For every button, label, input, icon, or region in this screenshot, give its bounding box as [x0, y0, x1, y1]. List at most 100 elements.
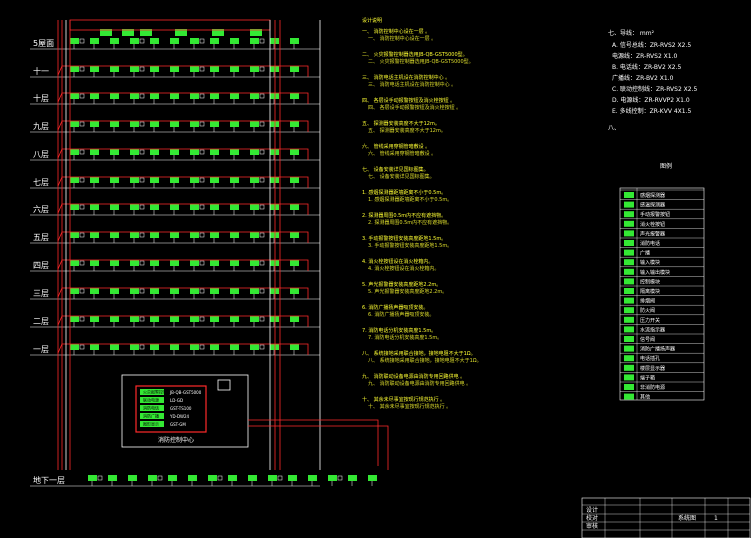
- floor-device: [130, 316, 139, 322]
- floor-device: [270, 38, 279, 44]
- note-line-sub: 4. 消火栓按钮设在消火栓箱内。: [368, 265, 439, 272]
- fire-alarm-system-diagram: 5屋面十一十层九层八层七层六层五层四层三层二层一层地下一层 火灾报警控制器 JB-…: [30, 17, 751, 538]
- floor-device: [290, 288, 299, 294]
- floor-device: [90, 260, 99, 266]
- floor-device: [190, 66, 199, 72]
- floor-device: [210, 149, 219, 155]
- floor-device: [250, 121, 259, 127]
- floor-device: [230, 232, 239, 238]
- floor-device: [190, 288, 199, 294]
- note-line-sub: 1. 感烟探测器距墙距离不小于0.5m。: [368, 196, 452, 203]
- floor-device: [170, 316, 179, 322]
- note-line-sub: 5. 声光报警器安装高度距地2.2m。: [368, 288, 447, 295]
- floor-device: [230, 66, 239, 72]
- note-line: 3. 手动报警按钮安装高度距地1.5m。: [362, 235, 446, 242]
- note-line: 六、 管线采用穿钢管暗敷设 。: [362, 143, 430, 150]
- floor-device: [90, 232, 99, 238]
- floor-device: [250, 260, 259, 266]
- floor-device: [110, 149, 119, 155]
- note-line: 6. 消防广播扬声器吸顶安装。: [362, 304, 428, 311]
- wire-extra: 八、: [608, 125, 620, 132]
- floor-device: [150, 93, 159, 99]
- legend-symbol: [624, 326, 634, 333]
- module-box: [79, 121, 85, 127]
- note-line: 五、 探测器安装高度不大于12m。: [362, 120, 440, 127]
- module-box: [139, 66, 145, 72]
- floor-device: [110, 121, 119, 127]
- floor-device: [268, 475, 277, 481]
- wire-spec-item: A. 信号总线：ZR-RVS2 X2.5: [612, 41, 691, 49]
- module-box: [79, 232, 85, 238]
- module-box: [199, 316, 205, 322]
- cabinet-device-name: 图形显示: [143, 421, 159, 427]
- floor-label: 五层: [33, 233, 49, 242]
- note-line: 三、 消防电话主机设在消防控制中心 。: [362, 74, 450, 81]
- note-line-sub: 三、 消防电话主机设在消防控制中心 。: [368, 81, 456, 88]
- module-box: [79, 316, 85, 322]
- floor-label: 十层: [33, 93, 49, 103]
- note-line: 1. 感烟探测器距墙距离不小于0.5m。: [362, 189, 446, 196]
- floor-device: [188, 475, 197, 481]
- floor-device: [290, 344, 299, 350]
- floor-device: [290, 316, 299, 322]
- riser-lines: [57, 20, 321, 470]
- floor-device: [130, 121, 139, 127]
- floor-device: [128, 475, 137, 481]
- note-line: 5. 声光报警器安装高度距地2.2m。: [362, 281, 441, 288]
- floor-device: [90, 288, 99, 294]
- wire-spec-item: C. 联动控制线：ZR-RVS2 X2.5: [612, 85, 698, 93]
- floor-rows: 5屋面十一十层九层八层七层六层五层四层三层二层一层地下一层: [30, 19, 377, 487]
- floor-device: [70, 232, 79, 238]
- legend-symbol: [624, 230, 634, 237]
- design-notes: 设计说明一、 消防控制中心设在一层 。一、 消防控制中心设在一层 。二、 火灾报…: [362, 17, 482, 410]
- floor-device: [170, 177, 179, 183]
- legend-symbol: [624, 355, 634, 362]
- legend-symbol: [624, 336, 634, 342]
- module-box: [259, 66, 265, 72]
- floor-device: [210, 121, 219, 127]
- module-box: [139, 177, 145, 183]
- wire-spec-item: E. 多线控制：ZR-KVV 4X1.5: [612, 107, 692, 115]
- floor-device: [150, 204, 159, 210]
- module-box: [199, 288, 205, 294]
- floor-device: [150, 177, 159, 183]
- legend-symbol: [624, 201, 634, 208]
- floor-device: [270, 288, 279, 294]
- notes-heading: 设计说明: [362, 17, 382, 24]
- floor-device: [290, 38, 299, 44]
- floor-device: [270, 344, 279, 350]
- note-line-sub: 6. 消防广播扬声器吸顶安装。: [368, 311, 434, 318]
- legend-symbol: [624, 307, 634, 314]
- module-box: [337, 475, 343, 481]
- floor-device: [250, 93, 259, 99]
- module-box: [199, 38, 205, 44]
- legend-item: 声光报警器: [640, 230, 665, 237]
- note-line-sub: 二、 火灾报警控制器选用JB-QB-GST5000型。: [368, 58, 474, 65]
- floor-device: [130, 66, 139, 72]
- module-box: [139, 204, 145, 210]
- note-line-sub: 五、 探测器安装高度不大于12m。: [368, 127, 446, 134]
- floor-device: [290, 204, 299, 210]
- module-box: [199, 121, 205, 127]
- floor-device: [250, 66, 259, 72]
- floor-device: [70, 66, 79, 72]
- floor-device: [108, 475, 117, 481]
- legend-item: 非消防电源: [640, 384, 665, 391]
- legend-item: 感烟探测器: [640, 192, 665, 199]
- module-box: [259, 177, 265, 183]
- legend-item: 楼层显示器: [640, 365, 665, 372]
- floor-device: [170, 204, 179, 210]
- module-box: [79, 344, 85, 350]
- floor-device: [190, 204, 199, 210]
- floor-device: [150, 232, 159, 238]
- module-box: [199, 344, 205, 350]
- floor-label: 一层: [33, 345, 49, 354]
- floor-device: [70, 38, 79, 44]
- legend-item: 控制模块: [640, 278, 660, 285]
- module-box: [139, 260, 145, 266]
- floor-device: [170, 149, 179, 155]
- note-line: 2. 探测器周围0.5m内不应有遮挡物。: [362, 212, 446, 219]
- note-line: 四、 各层设手动报警按钮及消火栓按钮 。: [362, 97, 455, 104]
- legend-item: 感温探测器: [640, 202, 665, 209]
- legend-item: 其他: [640, 394, 650, 401]
